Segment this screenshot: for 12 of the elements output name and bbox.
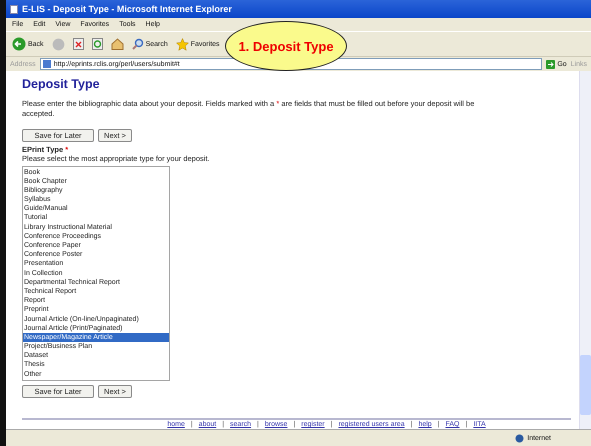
home-icon[interactable] (110, 38, 124, 50)
window-title: E-LIS - Deposit Type - Microsoft Internet Explorer (22, 4, 232, 14)
scrollbar[interactable] (579, 71, 591, 429)
refresh-icon[interactable] (92, 38, 103, 50)
page-heading: Deposit Type (22, 77, 101, 91)
page-icon (42, 60, 51, 68)
stop-icon[interactable] (72, 38, 84, 50)
page-icon (10, 4, 18, 14)
star-icon[interactable] (176, 38, 189, 50)
type-list-box[interactable] (22, 166, 170, 381)
search-icon[interactable] (132, 38, 144, 50)
go-arrow-icon[interactable] (546, 60, 556, 68)
